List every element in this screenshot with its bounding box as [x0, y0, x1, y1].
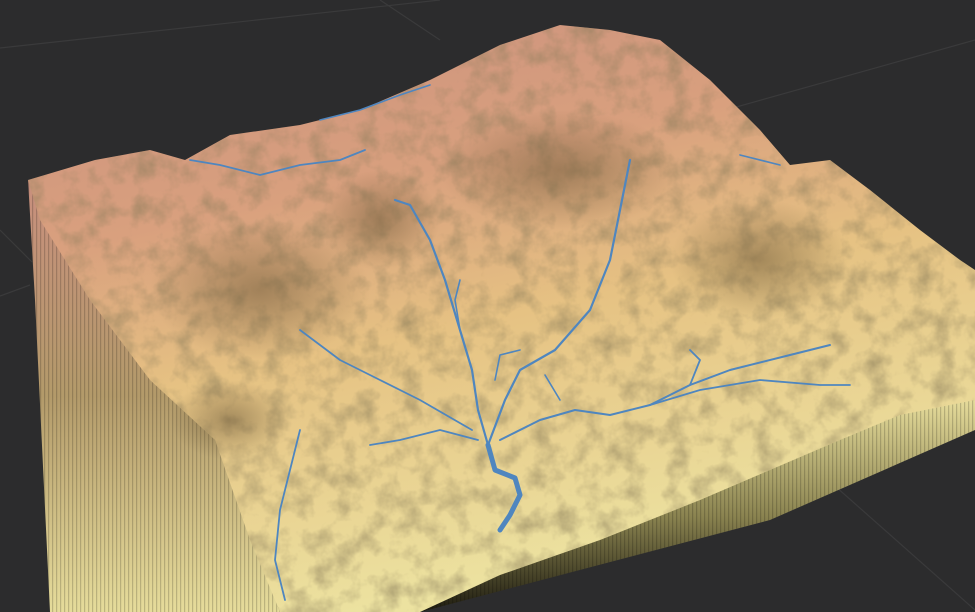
terrain-render[interactable]: [0, 0, 975, 612]
3d-viewport[interactable]: [0, 0, 975, 612]
